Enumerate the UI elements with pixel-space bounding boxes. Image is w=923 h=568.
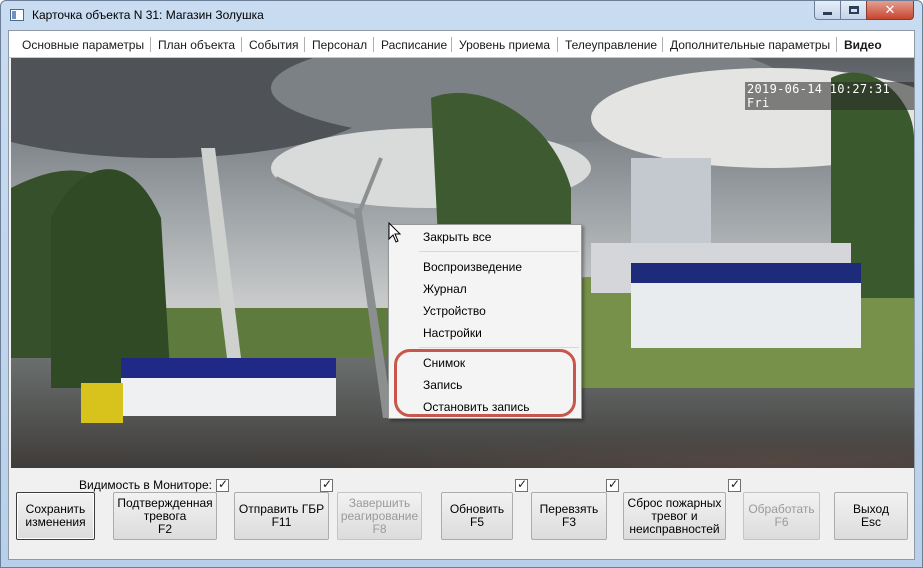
tab-events[interactable]: События	[249, 37, 299, 53]
visibility-checkbox[interactable]	[606, 477, 619, 492]
tab-additional-params[interactable]: Дополнительные параметры	[670, 37, 830, 53]
tab-reception-level[interactable]: Уровень приема	[459, 37, 550, 53]
visibility-checkbox[interactable]	[515, 477, 528, 492]
menu-item-journal[interactable]: Журнал	[390, 278, 580, 300]
window-title: Карточка объекта N 31: Магазин Золушка	[32, 8, 264, 22]
menu-item-playback[interactable]: Воспроизведение	[390, 256, 580, 278]
video-timestamp: 2019-06-14 10:27:31 Fri	[745, 82, 914, 110]
tab-separator	[373, 37, 374, 52]
confirmed-alarm-button[interactable]: Подтвержденная тревога F2	[113, 492, 217, 540]
maximize-icon	[848, 6, 859, 14]
tab-separator	[451, 37, 452, 52]
tab-separator	[662, 37, 663, 52]
tab-separator	[557, 37, 558, 52]
visibility-checkbox[interactable]	[320, 477, 333, 492]
close-icon: ✕	[884, 2, 896, 18]
menu-separator	[419, 251, 579, 252]
tab-separator	[304, 37, 305, 52]
menu-separator	[419, 347, 579, 348]
close-button[interactable]: ✕	[866, 1, 914, 20]
exit-button[interactable]: Выход Esc	[834, 492, 908, 540]
refresh-button[interactable]: Обновить F5	[441, 492, 513, 540]
save-changes-button[interactable]: Сохранить изменения	[16, 492, 95, 540]
minimize-button[interactable]	[814, 1, 841, 20]
menu-item-device[interactable]: Устройство	[390, 300, 580, 322]
finish-response-button[interactable]: Завершить реагирование F8	[337, 492, 422, 540]
retake-button[interactable]: Перевзять F3	[531, 492, 607, 540]
tab-personnel[interactable]: Персонал	[312, 37, 367, 53]
app-window-icon	[10, 9, 24, 21]
maximize-button[interactable]	[840, 1, 867, 20]
mouse-cursor-icon	[388, 222, 402, 243]
send-gbr-button[interactable]: Отправить ГБР F11	[234, 492, 329, 540]
tab-telecontrol[interactable]: Телеуправление	[565, 37, 657, 53]
visibility-checkbox[interactable]	[216, 477, 229, 492]
reset-fire-alarms-button[interactable]: Сброс пожарных тревог и неисправностей	[623, 492, 726, 540]
tab-separator	[241, 37, 242, 52]
title-bar[interactable]: Карточка объекта N 31: Магазин Золушка ✕	[1, 1, 922, 31]
menu-item-settings[interactable]: Настройки	[390, 322, 580, 344]
tab-schedule[interactable]: Расписание	[381, 37, 447, 53]
minimize-icon	[823, 12, 832, 15]
tab-bar: Основные параметры План объекта События …	[9, 31, 914, 58]
tab-main-params[interactable]: Основные параметры	[22, 37, 144, 53]
tab-object-plan[interactable]: План объекта	[158, 37, 235, 53]
monitor-visibility-label: Видимость в Мониторе:	[79, 478, 212, 492]
visibility-checkbox[interactable]	[728, 477, 741, 492]
annotation-highlight-ring	[394, 349, 576, 417]
tab-separator	[150, 37, 151, 52]
tab-separator	[836, 37, 837, 52]
menu-item-close-all[interactable]: Закрыть все	[390, 226, 580, 248]
tab-video[interactable]: Видео	[844, 37, 882, 53]
process-button[interactable]: Обработать F6	[743, 492, 820, 540]
